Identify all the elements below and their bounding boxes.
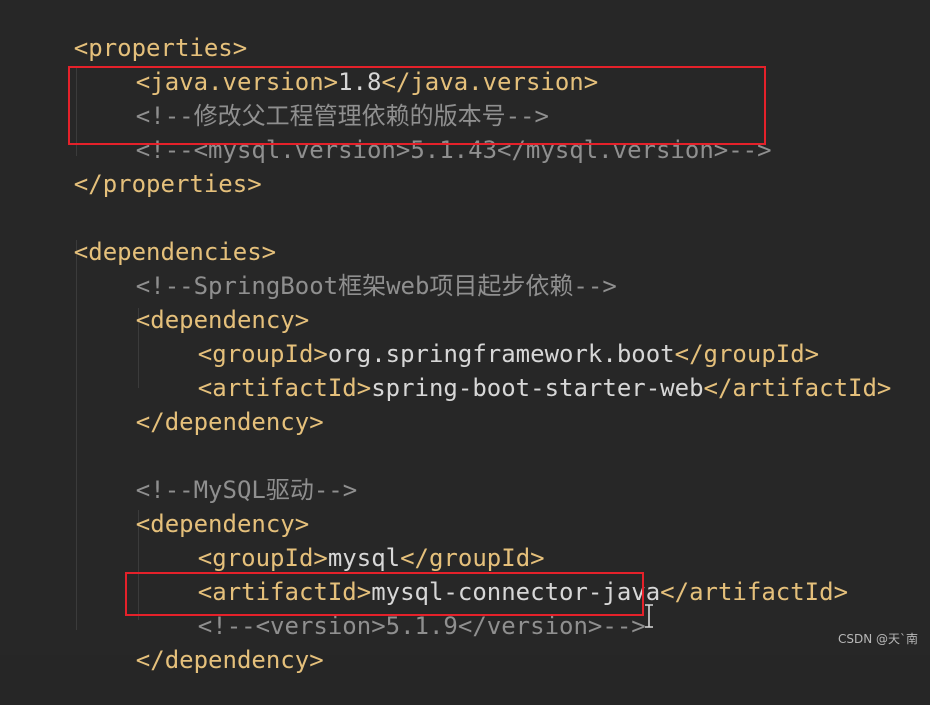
code-line-springboot-comment[interactable]: <!--SpringBoot框架web项目起步依赖-->: [78, 241, 617, 300]
xml-tag: </artifactId>: [703, 374, 892, 402]
xml-tag: </properties>: [73, 170, 262, 198]
code-line-mysql-driver-comment[interactable]: <!--MySQL驱动-->: [78, 445, 357, 504]
code-editor[interactable]: <properties> <java.version>1.8</java.ver…: [0, 0, 930, 674]
code-line-dependency-open[interactable]: <dependency>: [78, 275, 309, 334]
code-line-dependencies-open[interactable]: <dependencies>: [16, 207, 276, 266]
code-line-artifactid[interactable]: <artifactId>spring-boot-starter-web</art…: [140, 343, 892, 402]
code-line-dependency-close[interactable]: </dependency>: [78, 377, 324, 436]
csdn-watermark: CSDN @天`南: [837, 632, 918, 646]
code-line-dependency-open[interactable]: <dependency>: [78, 479, 309, 538]
xml-tag: </dependency>: [135, 408, 324, 436]
code-line-properties-open[interactable]: <properties>: [16, 3, 247, 62]
indent-guide: [76, 240, 77, 630]
code-line-groupid[interactable]: <groupId>org.springframework.boot</group…: [140, 309, 819, 368]
code-line-groupid[interactable]: <groupId>mysql</groupId>: [140, 513, 545, 572]
code-line-dependency-close[interactable]: </dependency>: [78, 615, 324, 674]
highlight-box-version-comment: [125, 572, 644, 616]
code-line-java-version[interactable]: <java.version>1.8</java.version>: [78, 37, 598, 96]
tag-value: spring-boot-starter-web: [371, 374, 704, 402]
xml-tag: </artifactId>: [660, 578, 849, 606]
xml-tag: </dependency>: [135, 646, 324, 674]
highlight-box-properties-comments: [68, 66, 766, 145]
text-cursor-icon: [645, 604, 653, 628]
